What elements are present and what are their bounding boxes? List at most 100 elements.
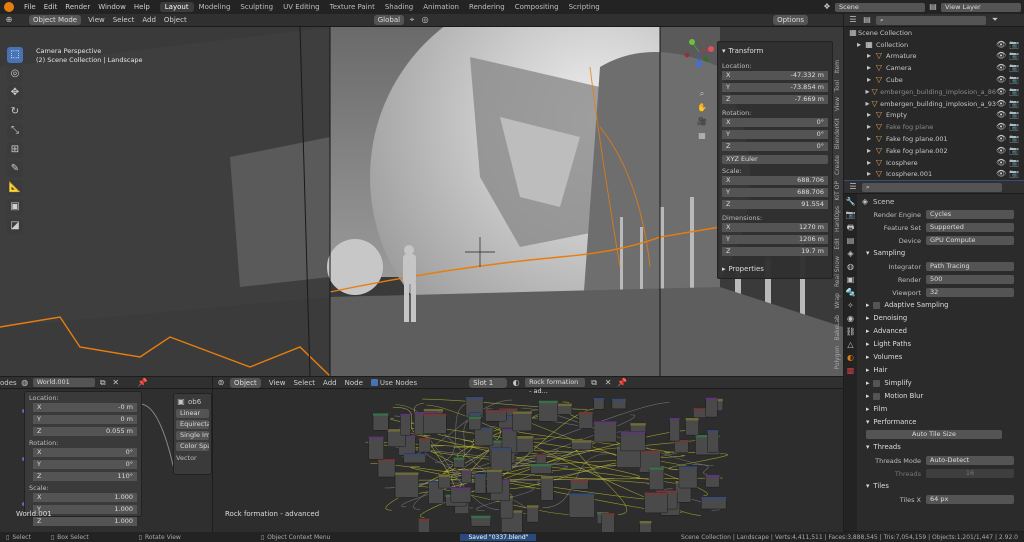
outliner-item-icosphere[interactable]: ▸ ▽ Icosphere 👁 📷 <box>844 157 1024 169</box>
menu-help[interactable]: Help <box>130 3 154 11</box>
expand-arrow-icon[interactable]: ▸ <box>864 158 874 168</box>
wloc-x-field[interactable]: X -0 m <box>33 403 137 412</box>
expand-arrow-icon[interactable]: ▸ <box>864 63 874 73</box>
image-option-0[interactable]: Linear <box>176 409 209 418</box>
hair-panel-header[interactable]: ▸ Hair <box>860 364 1022 376</box>
workspace-tab-sculpting[interactable]: Sculpting <box>235 2 278 12</box>
outliner-item-camera[interactable]: ▸ ▽ Camera 👁 📷 <box>844 62 1024 74</box>
slot-dropdown[interactable]: Slot 1 <box>469 377 508 388</box>
tool-tab-icon[interactable]: 🔧 <box>846 197 856 207</box>
node-menu-select[interactable]: Select <box>289 379 319 387</box>
n-tab-tool[interactable]: Tool <box>834 77 841 95</box>
rot-y-field[interactable]: Y 0° <box>722 130 828 139</box>
expand-arrow-icon[interactable]: ▸ <box>864 75 874 85</box>
extra-tool-icon[interactable]: ◪ <box>7 218 23 234</box>
environment-texture-node[interactable]: ▣ob6 Linear Equirectan Single Ima Color Spa… <box>173 393 212 475</box>
data-tab-icon[interactable]: △ <box>846 340 856 350</box>
shader-node[interactable] <box>490 447 512 472</box>
constraints-tab-icon[interactable]: ⛓ <box>846 327 856 337</box>
simplify-checkbox[interactable] <box>873 379 881 387</box>
eye-icon[interactable]: 👁 <box>996 158 1006 168</box>
wrot-z-field[interactable]: Z 110° <box>33 472 137 481</box>
camera-render-icon[interactable]: 📷 <box>1009 110 1019 120</box>
image-option-1[interactable]: Equirectan <box>176 420 209 429</box>
dim-x-field[interactable]: X 1270 m <box>722 223 828 232</box>
snap-icon[interactable]: ⌖ <box>407 15 417 25</box>
mapping-node[interactable]: Location: X -0 mY0 m Z 0.055 m Rotation: X 0° Y… <box>24 391 142 526</box>
scl-z-row[interactable]: Z 91.554 <box>722 199 828 210</box>
tiles-x-field[interactable]: 64 px <box>926 495 1014 504</box>
threads-panel-header[interactable]: ▾ Threads <box>860 441 1022 453</box>
object-tab-icon[interactable]: ▣ <box>846 275 856 285</box>
outliner-item-collection[interactable]: ▸ ▦ Collection 👁 📷 <box>844 39 1024 51</box>
film-panel-header[interactable]: ▸ Film <box>860 403 1022 415</box>
performance-panel-header[interactable]: ▾ Performance <box>860 416 1022 428</box>
shader-node[interactable] <box>685 417 699 436</box>
shader-node[interactable] <box>593 421 617 443</box>
shader-node[interactable] <box>707 429 719 453</box>
material-close-icon[interactable]: ✕ <box>603 378 613 388</box>
view-layer-field[interactable]: View Layer <box>941 2 1021 12</box>
move-tool-icon[interactable]: ✥ <box>7 85 23 101</box>
shader-node[interactable] <box>423 413 447 434</box>
scl-z-field[interactable]: Z 91.554 <box>722 200 828 209</box>
shader-node[interactable] <box>648 466 665 491</box>
advanced-panel-header[interactable]: ▸ Advanced <box>860 325 1022 337</box>
transform-tool-icon[interactable]: ⊞ <box>7 142 23 158</box>
scene-field[interactable]: Scene <box>835 2 925 12</box>
shader-node[interactable] <box>400 413 411 436</box>
menu-file[interactable]: File <box>20 3 40 11</box>
expand-arrow-icon[interactable]: ▸ <box>864 122 874 132</box>
modifier-tab-icon[interactable]: 🔩 <box>846 288 856 298</box>
add-cube-tool-icon[interactable]: ▣ <box>7 199 23 215</box>
render-samples-field[interactable]: 500 <box>926 275 1014 284</box>
scale-tool-icon[interactable]: ⤡ <box>7 123 23 139</box>
shader-node[interactable] <box>540 475 554 501</box>
viewport-menu-select[interactable]: Select <box>109 16 139 24</box>
motion-blur-panel-header[interactable]: ▸ Motion Blur <box>860 390 1022 402</box>
camera-render-icon[interactable]: 📷 <box>1009 122 1019 132</box>
display-mode-icon[interactable]: ▤ <box>862 15 872 25</box>
wloc-y-row[interactable]: Y 0 m <box>29 414 137 425</box>
cursor-tool-icon[interactable]: ◎ <box>7 66 23 82</box>
wloc-x-row[interactable]: X -0 m <box>29 402 137 413</box>
n-tab-tissue[interactable]: Tissue <box>834 373 841 377</box>
menu-render[interactable]: Render <box>61 3 94 11</box>
output-tab-icon[interactable]: 🖶 <box>846 223 856 233</box>
wloc-z-field[interactable]: Z 0.055 m <box>33 427 137 436</box>
shader-node[interactable] <box>669 417 680 442</box>
n-tab-edit[interactable]: Edit <box>834 235 841 253</box>
wrot-z-row[interactable]: Z 110° <box>29 471 137 482</box>
menu-window[interactable]: Window <box>94 3 130 11</box>
scene-icon[interactable]: ❖ <box>822 2 832 12</box>
simplify-panel-header[interactable]: ▸ Simplify <box>860 377 1022 389</box>
workspace-tab-animation[interactable]: Animation <box>418 2 464 12</box>
options-dropdown[interactable]: Options <box>773 15 809 25</box>
expand-arrow-icon[interactable]: ▸ <box>864 87 871 97</box>
dim-z-field[interactable]: Z 19.7 m <box>722 247 828 256</box>
expand-arrow-icon[interactable]: ▸ <box>864 110 874 120</box>
eye-icon[interactable]: 👁 <box>996 40 1006 50</box>
camera-render-icon[interactable]: 📷 <box>1009 75 1019 85</box>
n-tab-hardops[interactable]: HardOps <box>834 203 841 235</box>
wrot-x-row[interactable]: X 0° <box>29 447 137 458</box>
adaptive-sampling-panel-header[interactable]: ▸ Adaptive Sampling <box>860 299 1022 311</box>
camera-render-icon[interactable]: 📷 <box>1009 158 1019 168</box>
image-option-2[interactable]: Single Ima <box>176 431 209 440</box>
transform-panel-header[interactable]: ▾ Transform <box>722 45 828 56</box>
viewport-menu-object[interactable]: Object <box>160 16 191 24</box>
view-layer-tab-icon[interactable]: ▤ <box>846 236 856 246</box>
viewport-samples-field[interactable]: 32 <box>926 288 1014 297</box>
camera-render-icon[interactable]: 📷 <box>1009 146 1019 156</box>
world-datablock-field[interactable]: World.001 <box>32 378 95 387</box>
material-field[interactable]: Rock formation - ad... <box>525 378 586 395</box>
outliner-item-cube[interactable]: ▸ ▽ Cube 👁 📷 <box>844 74 1024 86</box>
dim-y-row[interactable]: Y 1206 m <box>722 234 828 245</box>
eye-icon[interactable]: 👁 <box>996 122 1006 132</box>
workspace-tab-uv-editing[interactable]: UV Editing <box>278 2 325 12</box>
outliner-item-empty[interactable]: ▸ ▽ Empty 👁 📷 <box>844 110 1024 122</box>
camera-render-icon[interactable]: 📷 <box>1009 134 1019 144</box>
camera-render-icon[interactable]: 📷 <box>1009 99 1019 109</box>
outliner-scene-collection[interactable]: ▦ Scene Collection <box>844 27 1024 39</box>
shader-node[interactable] <box>620 431 646 452</box>
